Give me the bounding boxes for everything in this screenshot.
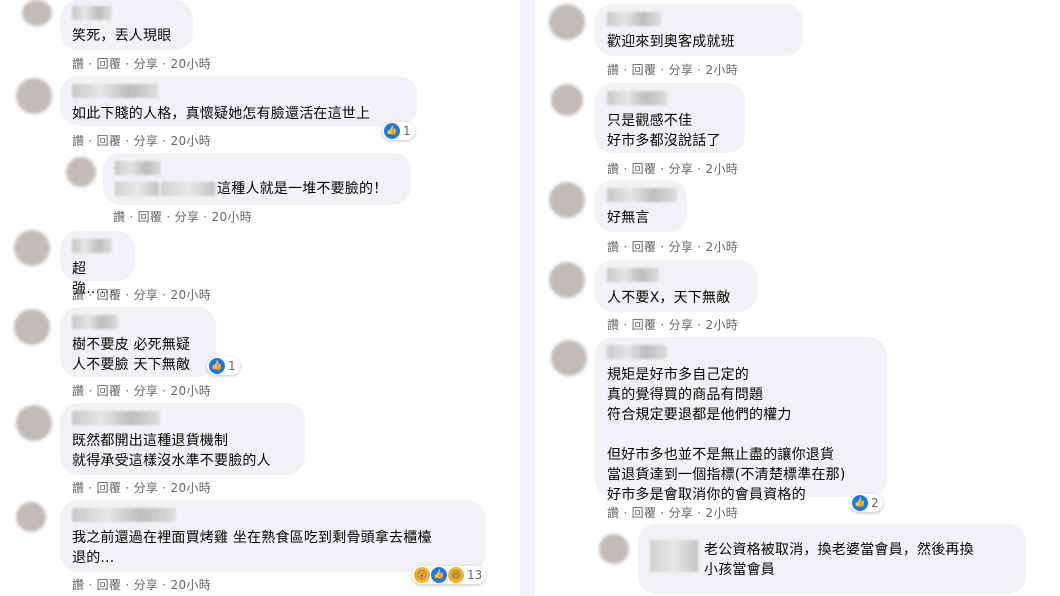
like-icon: 👍 [431,567,447,583]
comment-bubble: 我之前還過在裡面買烤雞 坐在熟食區吃到剩骨頭拿去櫃檯 退的... [60,500,485,572]
mention-blurred[interactable] [115,182,159,196]
comment-actions[interactable]: 讚 · 回覆 · 分享 · 20小時 [113,208,252,225]
avatar[interactable] [549,4,585,40]
mention-blurred[interactable] [650,540,698,572]
like-icon: 👍 [209,358,225,374]
reaction-count: 1 [228,359,236,373]
author-name-blurred[interactable] [72,508,176,522]
comment-bubble: 既然都開出這種退貨機制 就得承受這樣沒水準不要臉的人 [60,403,305,475]
avatar[interactable] [551,340,587,376]
left-comment-panel: 笑死，丟人現眼 讚 · 回覆 · 分享 · 20小時 如此下賤的人格，真懷疑她怎… [0,0,515,596]
avatar[interactable] [14,230,50,266]
comment-bubble: 好無言 [595,180,687,232]
wow-icon: 😮 [414,567,430,583]
comment-text: 笑死，丟人現眼 [72,28,172,44]
author-name-blurred[interactable] [115,161,161,175]
comment-text: 我之前還過在裡面買烤雞 坐在熟食區吃到剩骨頭拿去櫃檯 退的... [72,530,432,566]
avatar[interactable] [66,157,96,187]
right-comment-panel: 歡迎來到奧客成就班 讚 · 回覆 · 分享 · 2小時 只是觀感不佳 好市多都沒… [535,0,1060,596]
comment-actions[interactable]: 讚 · 回覆 · 分享 · 20小時 [72,55,211,72]
comment-bubble: 規矩是好市多自己定的 真的覺得買的商品有問題 符合規定要退都是他們的權力 但好市… [595,337,887,503]
comment-text: 只是觀感不佳 好市多都沒說話了 [607,113,721,149]
like-icon: 👍 [384,123,400,139]
reaction-badge[interactable]: 👍 1 [207,357,240,375]
comment-text: 規矩是好市多自己定的 真的覺得買的商品有問題 符合規定要退都是他們的權力 但好市… [607,367,846,503]
reaction-badge[interactable]: 😮 👍 😆 13 [412,566,487,584]
author-name-blurred[interactable] [72,315,118,329]
avatar[interactable] [16,405,52,441]
avatar[interactable] [16,502,46,532]
comment-text: 歡迎來到奧客成就班 [607,34,735,50]
comment-bubble: 這種人就是一堆不要臉的！ [103,153,411,205]
reaction-badge[interactable]: 👍 1 [382,122,415,140]
like-icon: 👍 [852,495,868,511]
reaction-count: 1 [403,124,411,138]
comment-text: 好無言 [607,210,650,226]
comment-actions[interactable]: 讚 · 回覆 · 分享 · 2小時 [607,316,738,333]
comment-actions[interactable]: 讚 · 回覆 · 分享 · 20小時 [72,479,211,496]
mention-blurred[interactable] [161,182,215,196]
comment-text: 樹不要皮 必死無疑 人不要臉 天下無敵 [72,337,191,373]
comment-actions[interactable]: 讚 · 回覆 · 分享 · 2小時 [607,238,738,255]
author-name-blurred[interactable] [72,6,112,20]
avatar[interactable] [549,182,585,218]
author-name-blurred[interactable] [607,12,661,26]
comment-actions[interactable]: 讚 · 回覆 · 分享 · 20小時 [72,286,211,303]
avatar[interactable] [551,84,583,116]
author-name-blurred[interactable] [607,345,667,359]
avatar[interactable] [22,0,52,26]
comment-bubble: 老公資格被取消，換老婆當會員，然後再換 小孩當會員 [638,524,1026,594]
comment-actions[interactable]: 讚 · 回覆 · 分享 · 20小時 [72,382,211,399]
avatar[interactable] [14,309,50,345]
comment-text-body: 這種人就是一堆不要臉的！ [217,181,388,197]
comment-bubble: 笑死，丟人現眼 [60,0,193,50]
comment-text: 老公資格被取消，換老婆當會員，然後再換 小孩當會員 [650,532,1014,580]
author-name-blurred[interactable] [72,411,160,425]
comment-actions[interactable]: 讚 · 回覆 · 分享 · 2小時 [607,160,738,177]
comment-bubble: 超強...... [60,231,135,297]
comment-actions[interactable]: 讚 · 回覆 · 分享 · 2小時 [607,504,738,521]
comment-text: 這種人就是一堆不要臉的！ [115,179,399,199]
author-name-blurred[interactable] [607,188,677,202]
reaction-count: 13 [467,568,483,582]
comment-bubble: 如此下賤的人格，真懷疑她怎有臉還活在這世上 [60,76,417,126]
comment-text: 人不要X，天下無敵 [607,290,731,306]
comment-actions[interactable]: 讚 · 回覆 · 分享 · 2小時 [607,61,738,78]
haha-icon: 😆 [448,567,464,583]
comment-bubble: 人不要X，天下無敵 [595,260,757,312]
comment-text: 既然都開出這種退貨機制 就得承受這樣沒水準不要臉的人 [72,433,271,469]
panel-separator [520,0,535,596]
author-name-blurred[interactable] [607,91,667,105]
author-name-blurred[interactable] [72,84,158,98]
reaction-badge[interactable]: 👍 2 [850,494,883,512]
comment-bubble: 只是觀感不佳 好市多都沒說話了 [595,83,745,153]
comment-actions[interactable]: 讚 · 回覆 · 分享 · 20小時 [72,576,211,593]
comment-actions[interactable]: 讚 · 回覆 · 分享 · 20小時 [72,132,211,149]
avatar[interactable] [16,78,52,114]
comment-bubble: 歡迎來到奧客成就班 [595,4,803,56]
comment-text: 如此下賤的人格，真懷疑她怎有臉還活在這世上 [72,106,371,122]
avatar[interactable] [599,534,629,564]
author-name-blurred[interactable] [607,268,659,282]
author-name-blurred[interactable] [72,239,112,253]
avatar[interactable] [549,262,585,298]
reaction-count: 2 [871,496,879,510]
comment-text-body: 老公資格被取消，換老婆當會員，然後再換 小孩當會員 [704,542,974,578]
comment-bubble: 樹不要皮 必死無疑 人不要臉 天下無敵 [60,307,216,377]
